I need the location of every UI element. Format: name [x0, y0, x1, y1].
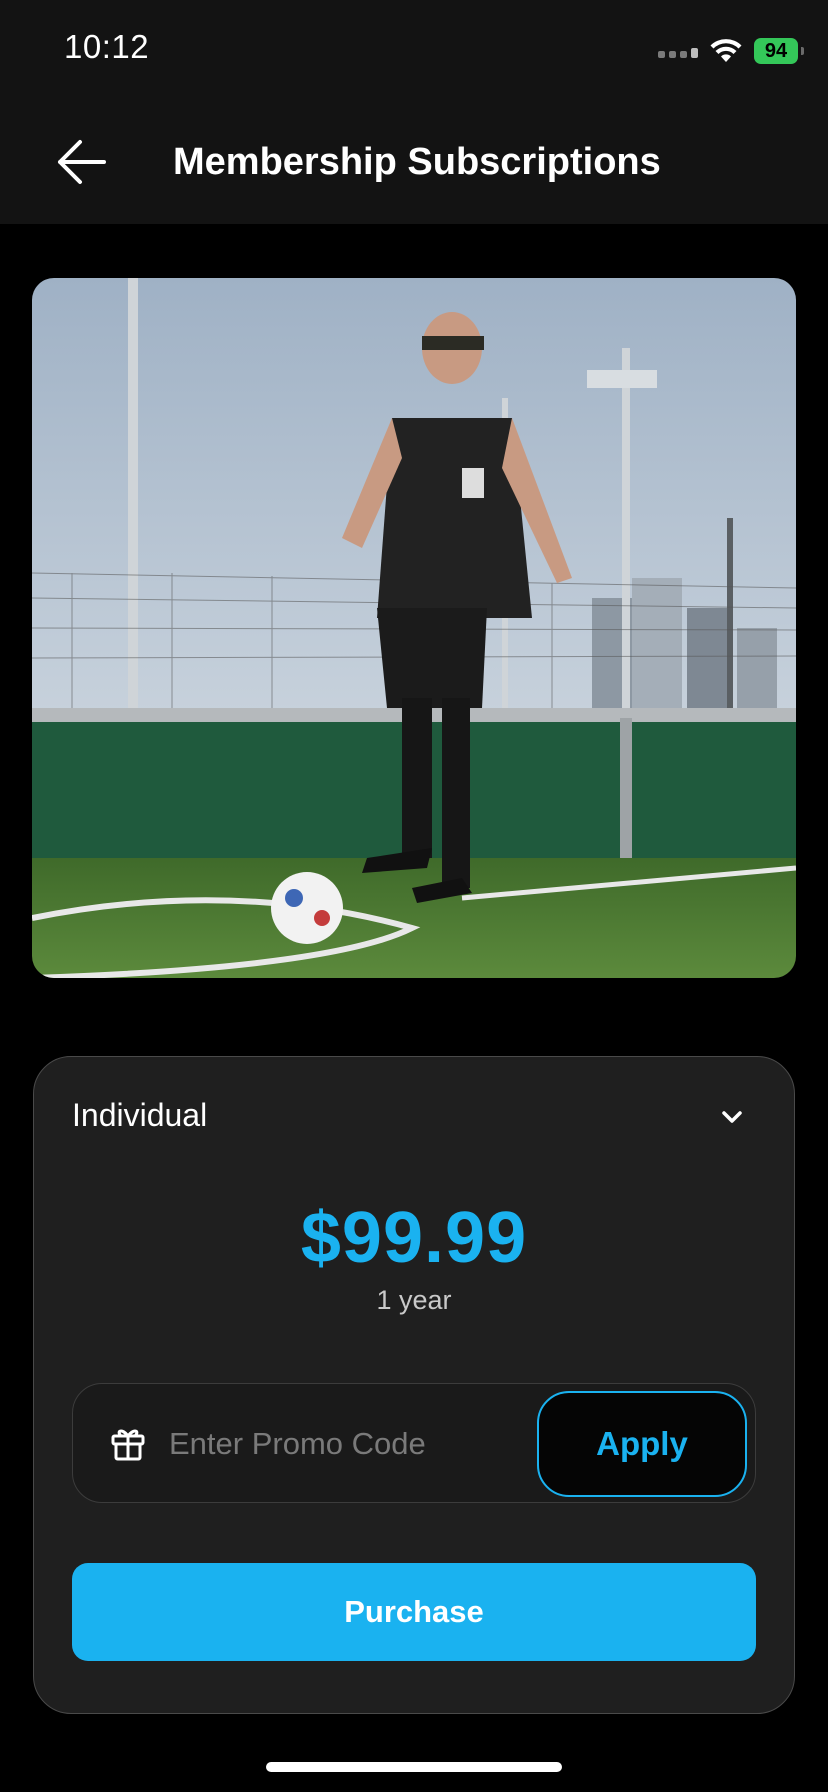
promo-code-box: Apply [72, 1383, 756, 1503]
wifi-icon [710, 39, 742, 62]
home-indicator[interactable] [266, 1762, 562, 1772]
status-time: 10:12 [64, 28, 150, 65]
status-bar: 10:12 94 [0, 0, 828, 100]
back-button[interactable] [52, 136, 112, 188]
purchase-button[interactable]: Purchase [72, 1563, 756, 1661]
nav-bar: Membership Subscriptions [0, 100, 828, 224]
battery-level: 94 [764, 39, 788, 62]
arrow-left-icon [58, 140, 106, 184]
billing-period: 1 year [376, 1285, 452, 1315]
soccer-player-photo [32, 278, 796, 978]
apply-button[interactable]: Apply [537, 1391, 747, 1497]
plan-dropdown[interactable]: Individual [72, 1087, 756, 1143]
hero-image [32, 278, 796, 978]
promo-code-input[interactable] [167, 1414, 511, 1474]
subscription-card: Individual $99.99 1 year Apply Purchase [33, 1056, 795, 1714]
gift-icon [111, 1429, 145, 1461]
signal-icon [658, 44, 698, 58]
price: $99.99 [300, 1198, 528, 1278]
status-icons: 94 [658, 34, 804, 68]
chevron-down-icon [722, 1111, 742, 1123]
page-title: Membership Subscriptions [173, 141, 661, 183]
plan-selected-label: Individual [72, 1097, 208, 1133]
battery-charging-icon: 94 [754, 38, 804, 64]
